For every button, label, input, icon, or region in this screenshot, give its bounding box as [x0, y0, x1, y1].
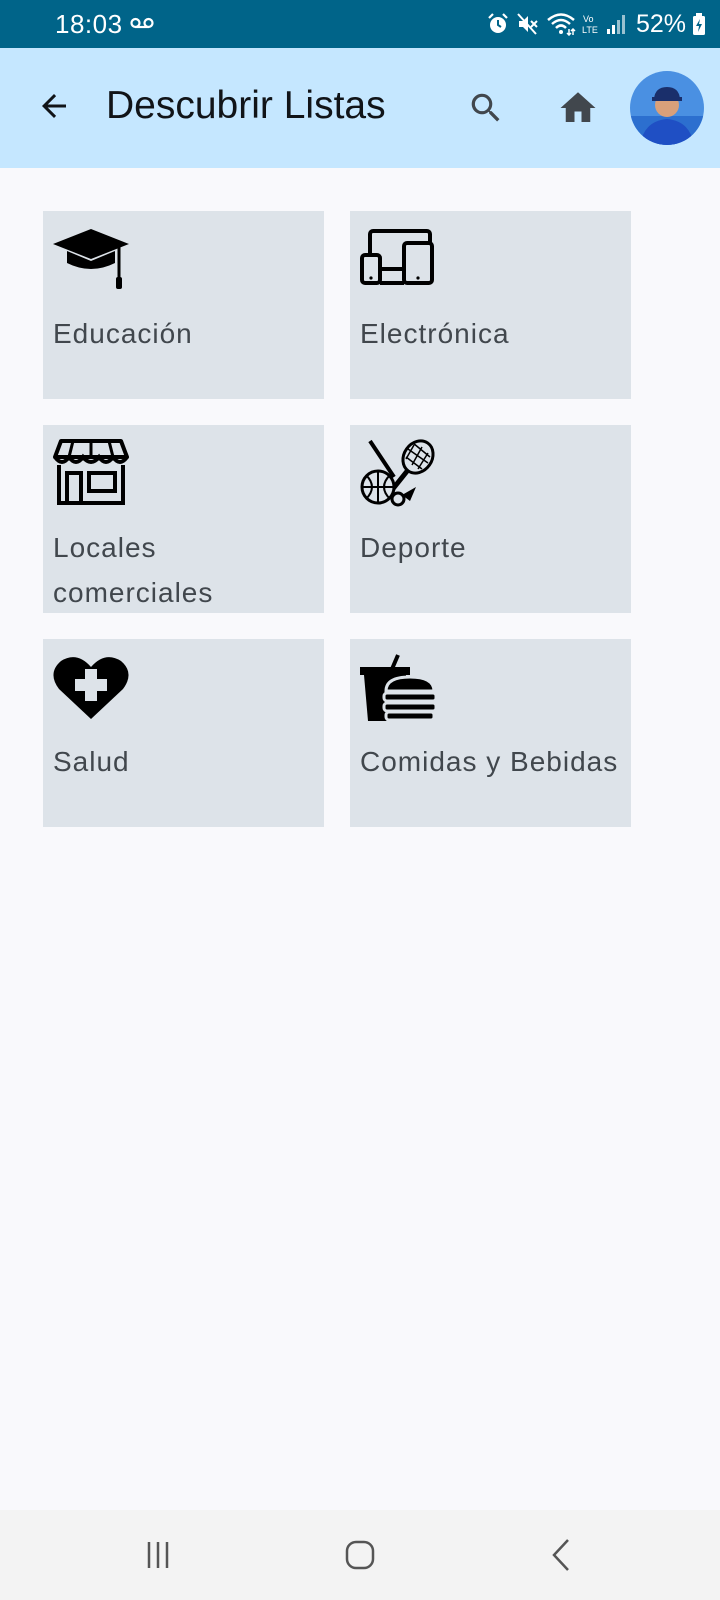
- category-label: Deporte: [360, 532, 467, 563]
- avatar[interactable]: [630, 71, 704, 145]
- volte-icon: Vo LTE: [582, 14, 598, 35]
- category-label: Locales comerciales: [53, 532, 214, 608]
- category-label: Comidas y Bebidas: [360, 746, 619, 777]
- home-icon: [560, 92, 596, 122]
- status-time: 18:03: [55, 9, 123, 39]
- category-label: Educación: [53, 318, 193, 349]
- home-nav-icon: [345, 1540, 375, 1570]
- battery-percent: 52%: [635, 9, 686, 38]
- heart-plus-icon: [53, 657, 129, 719]
- svg-text:Vo: Vo: [583, 14, 594, 24]
- sports-icon: [360, 439, 435, 507]
- fast-food-icon: [360, 654, 438, 721]
- alarm-icon: [488, 13, 508, 33]
- category-tile-comidas-bebidas[interactable]: Comidas y Bebidas: [350, 639, 631, 827]
- category-tile-electronica[interactable]: Electrónica: [350, 211, 631, 399]
- avatar-image: [630, 71, 704, 145]
- search-button[interactable]: [462, 84, 510, 132]
- status-icons: Vo LTE 52%: [486, 8, 706, 40]
- battery-charging-icon: [693, 13, 705, 35]
- svg-text:LTE: LTE: [582, 25, 598, 35]
- category-tile-locales-comerciales[interactable]: Locales comerciales: [43, 425, 324, 613]
- devices-icon: [360, 229, 434, 285]
- back-nav-button[interactable]: [532, 1530, 592, 1580]
- mute-icon: [517, 13, 538, 35]
- graduation-cap-icon: [53, 229, 129, 289]
- back-button[interactable]: [30, 82, 78, 130]
- category-label: Salud: [53, 746, 130, 777]
- recent-apps-button[interactable]: [128, 1530, 188, 1580]
- category-tile-salud[interactable]: Salud: [43, 639, 324, 827]
- category-tile-deporte[interactable]: Deporte: [350, 425, 631, 613]
- voicemail-icon: [130, 17, 154, 29]
- signal-icon: [606, 15, 625, 34]
- arrow-back-icon: [42, 94, 66, 118]
- page-title: Descubrir Listas: [106, 84, 386, 127]
- home-button[interactable]: [554, 84, 602, 132]
- search-icon: [471, 93, 500, 122]
- home-nav-button[interactable]: [330, 1530, 390, 1580]
- app-bar: Descubrir Listas: [0, 48, 720, 168]
- back-nav-icon: [552, 1539, 569, 1571]
- system-nav-bar: [0, 1510, 720, 1600]
- status-bar: 18:03 Vo LTE 52%: [0, 0, 720, 48]
- storefront-icon: [53, 439, 129, 505]
- recent-apps-icon: [147, 1542, 169, 1568]
- category-label: Electrónica: [360, 318, 510, 349]
- wifi-icon: [547, 13, 576, 36]
- category-tile-educacion[interactable]: Educación: [43, 211, 324, 399]
